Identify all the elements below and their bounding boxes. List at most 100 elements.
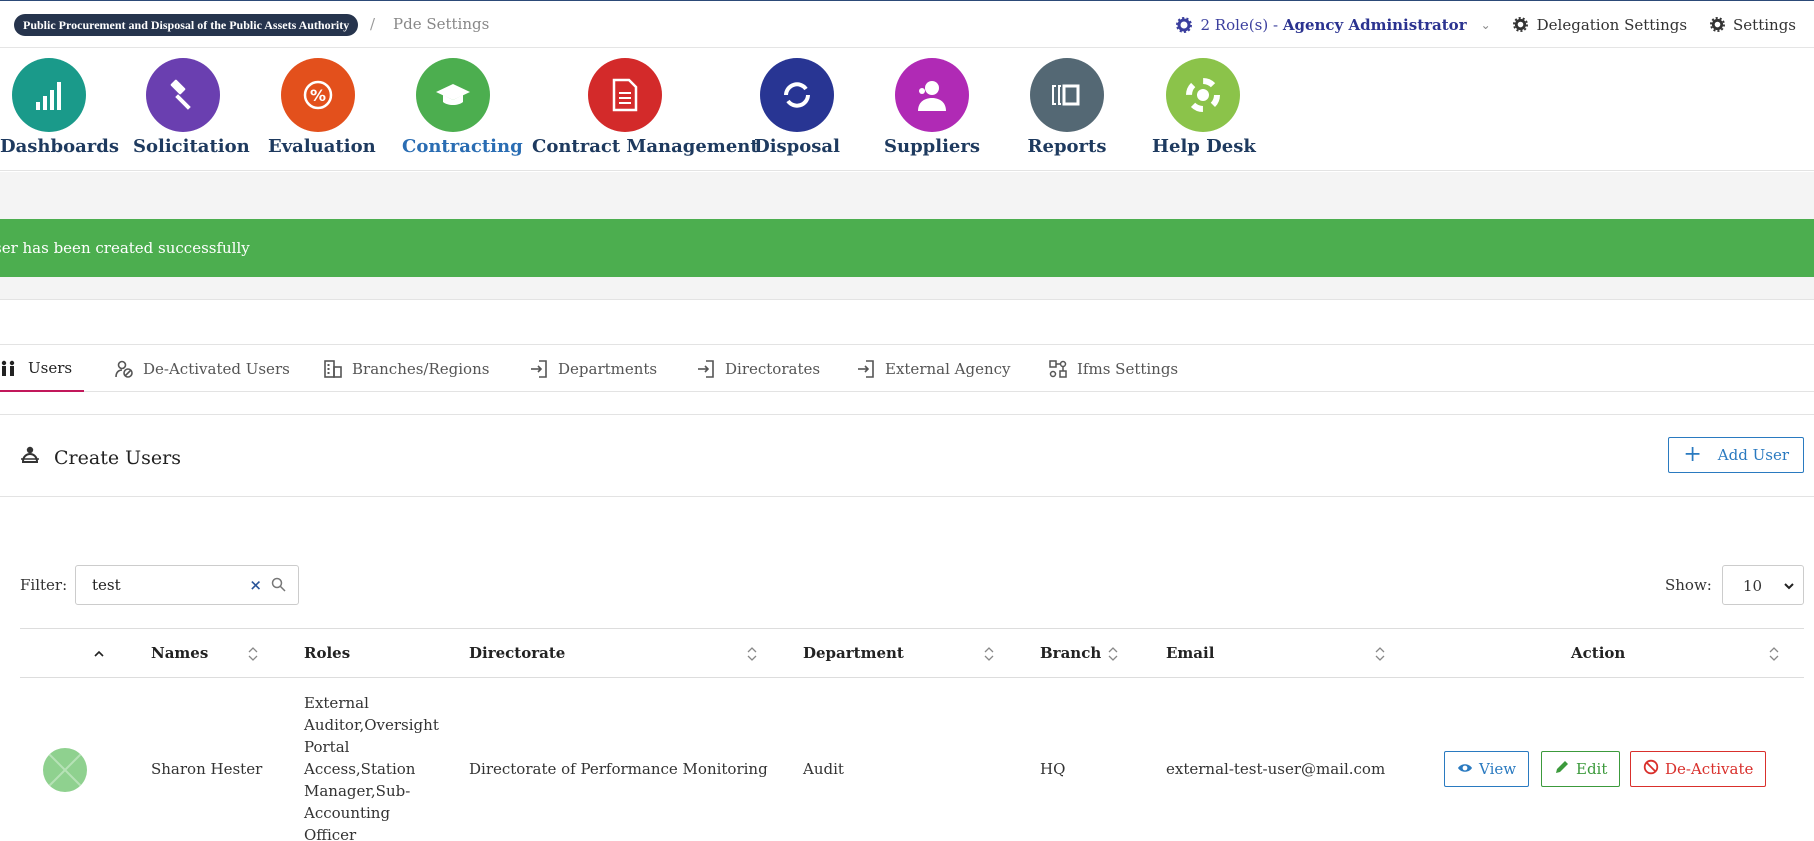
column-roles[interactable]: Roles [304,644,350,662]
deactivate-label: De-Activate [1665,760,1754,778]
sort-icon[interactable] [747,646,757,666]
clear-icon[interactable]: × [249,576,262,594]
filter-label: Filter: [20,576,68,594]
module-label: Contracting [402,136,523,157]
tab-label: Directorates [725,359,821,378]
pencil-icon [1554,759,1570,779]
network-icon [1049,359,1067,378]
role-line: Portal [304,738,350,756]
table-header: Names Roles Directorate Department Branc… [20,628,1804,678]
column-action[interactable]: Action [1571,644,1625,662]
tab-ifms-settings[interactable]: Ifms Settings [1049,345,1178,392]
gear-icon [1513,17,1529,33]
roles-count: 2 Role(s) - [1200,15,1283,34]
show-label: Show: [1665,576,1712,594]
module-label: Help Desk [1152,136,1256,157]
sort-icon[interactable] [1375,646,1385,666]
tab-label: Branches/Regions [352,359,490,378]
tab-branches-regions[interactable]: Branches/Regions [324,345,489,392]
role-line: Officer [304,826,357,841]
door-enter-icon [697,359,715,378]
ban-icon [1643,759,1659,779]
bar-chart-icon [12,58,86,132]
role-switcher[interactable]: 2 Role(s) - Agency Administrator ⌄ [1176,15,1491,34]
chevron-down-icon [1783,578,1795,596]
user-directorate: Directorate of Performance Monitoring [469,760,768,778]
tab-label: Users [28,358,73,377]
tab-de-activated-users[interactable]: De-Activated Users [115,345,290,392]
edit-button[interactable]: Edit [1541,751,1621,787]
column-names[interactable]: Names [151,644,208,662]
tab-external-agency[interactable]: External Agency [857,345,1011,392]
user-name: Sharon Hester [151,760,263,778]
page-size-select[interactable]: 10 [1722,565,1804,605]
tab-departments[interactable]: Departments [530,345,657,392]
role-line: External [304,694,369,712]
module-reports[interactable]: Reports [1017,58,1117,157]
delegation-settings-link[interactable]: Delegation Settings [1513,16,1687,34]
column-email[interactable]: Email [1166,644,1214,662]
settings-link[interactable]: Settings [1709,16,1796,34]
success-message: ser has been created successfully [0,239,250,257]
tab-label: Ifms Settings [1077,359,1179,378]
graduation-cap-icon [416,58,490,132]
percent-icon: % [281,58,355,132]
sort-asc-icon[interactable] [94,645,104,663]
tab-directorates[interactable]: Directorates [697,345,820,392]
module-solicitation[interactable]: Solicitation [133,58,250,157]
top-bar: Public Procurement and Disposal of the P… [0,0,1814,48]
organization-badge[interactable]: Public Procurement and Disposal of the P… [14,14,359,36]
module-suppliers[interactable]: Suppliers [882,58,982,157]
panel-header: Create Users + Add User [0,415,1814,497]
role-line: Manager,Sub- [304,782,411,800]
tab-label: De-Activated Users [143,359,290,378]
tab-users[interactable]: Users [0,345,85,392]
sort-icon[interactable] [1769,646,1779,666]
sort-icon[interactable] [1108,646,1118,666]
add-user-label: Add User [1717,446,1789,464]
building-icon [324,359,342,378]
column-directorate[interactable]: Directorate [469,644,565,662]
role-name: Agency Administrator [1282,15,1467,34]
breadcrumb-separator: / [370,15,376,33]
settings-label: Settings [1733,15,1796,34]
module-dashboards[interactable]: Dashboards [0,58,119,157]
add-user-button[interactable]: + Add User [1668,437,1804,473]
user-roles: External Auditor,Oversight Portal Access… [304,692,439,841]
users-icon [0,359,18,377]
module-evaluation[interactable]: % Evaluation [268,58,376,157]
module-label: Suppliers [883,136,980,157]
page-size-value: 10 [1743,577,1763,595]
filter-value: test [92,576,121,594]
document-icon [588,58,662,132]
module-contract-management[interactable]: Contract Management [532,58,759,157]
user-email: external-test-user@mail.com [1166,760,1386,778]
module-disposal[interactable]: Disposal [747,58,847,157]
eye-icon [1457,760,1473,778]
sort-icon[interactable] [248,646,258,666]
table-row: Sharon Hester External Auditor,Oversight… [20,678,1804,841]
delegation-settings-label: Delegation Settings [1536,15,1688,34]
lifebuoy-icon [1166,58,1240,132]
chevron-down-icon: ⌄ [1480,17,1491,32]
column-department[interactable]: Department [803,644,904,662]
deactivate-button[interactable]: De-Activate [1630,751,1767,787]
recycle-icon [760,58,834,132]
user-plus-icon [20,445,40,470]
sort-icon[interactable] [984,646,994,666]
view-button[interactable]: View [1444,751,1530,787]
filter-input[interactable]: test × [75,565,299,605]
avatar [43,748,87,792]
module-contracting[interactable]: Contracting [402,58,523,157]
edit-label: Edit [1576,760,1608,778]
settings-tabs: Users De-Activated Users Branches/Region… [0,344,1814,392]
module-help-desk[interactable]: Help Desk [1152,58,1256,157]
supplier-icon [895,58,969,132]
module-label: Disposal [754,136,840,157]
search-icon [271,577,286,596]
gavel-icon [146,58,220,132]
tab-label: External Agency [885,359,1011,378]
column-branch[interactable]: Branch [1040,644,1101,662]
gear-icon [1709,17,1725,33]
door-enter-icon [857,359,875,378]
